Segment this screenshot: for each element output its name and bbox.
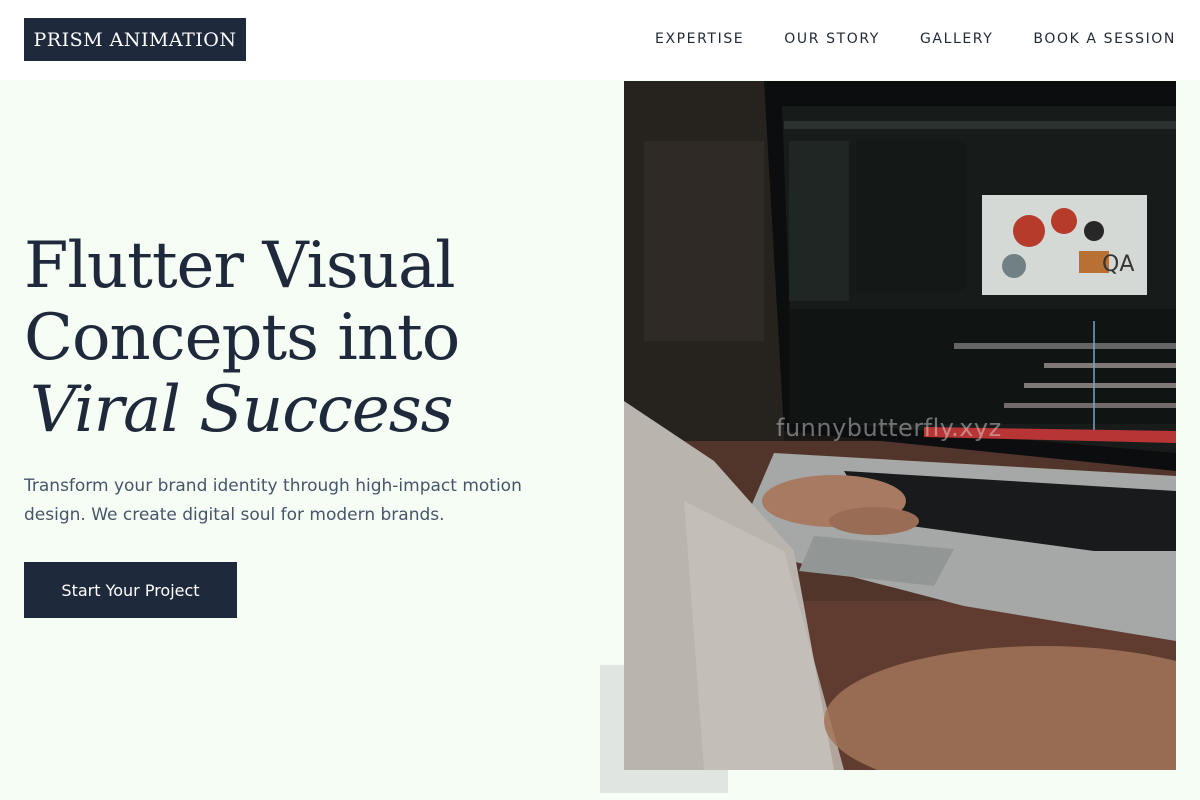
- hero-title-line-1: Flutter Visual: [24, 229, 456, 303]
- hero-title: Flutter Visual Concepts into Viral Succe…: [24, 229, 460, 447]
- site-header: PRISM ANIMATION EXPERTISE OUR STORY GALL…: [0, 0, 1200, 80]
- hero-title-line-3: Viral Success: [30, 373, 453, 447]
- hero-image-laptop-editing: QA funnybutterfly.xyz: [624, 81, 1176, 770]
- nav-link-our-story[interactable]: OUR STORY: [784, 29, 880, 49]
- hero-title-line-2: Concepts into: [24, 301, 460, 375]
- watermark-text: funnybutterfly.xyz: [776, 414, 1002, 442]
- start-project-button[interactable]: Start Your Project: [24, 562, 237, 618]
- main-nav: EXPERTISE OUR STORY GALLERY BOOK A SESSI…: [655, 29, 1176, 49]
- nav-link-gallery[interactable]: GALLERY: [920, 29, 993, 49]
- brand-logo[interactable]: PRISM ANIMATION: [24, 18, 246, 61]
- nav-link-expertise[interactable]: EXPERTISE: [655, 29, 744, 49]
- hero-subtitle: Transform your brand identity through hi…: [24, 476, 522, 525]
- nav-link-book-session[interactable]: BOOK A SESSION: [1033, 29, 1176, 49]
